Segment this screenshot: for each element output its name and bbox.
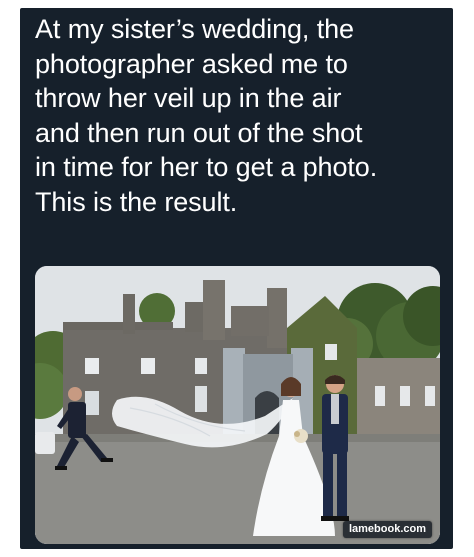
wedding-photo: lamebook.com — [35, 266, 440, 544]
caption-line: and then run out of the shot — [35, 117, 363, 148]
caption-line: This is the result. — [35, 186, 238, 217]
meme-card: At my sister’s wedding, the photographer… — [20, 8, 453, 549]
caption-line: At my sister’s wedding, the — [35, 14, 354, 44]
lamebook-watermark: lamebook.com — [342, 521, 432, 538]
caption-line: throw her veil up in the air — [35, 83, 342, 113]
wedding-photo-illustration — [35, 266, 440, 544]
caption-line: photographer asked me to — [35, 48, 348, 79]
post-caption: At my sister’s wedding, the photographer… — [35, 12, 453, 219]
caption-line: in time for her to get a photo. — [35, 152, 378, 182]
parked-car — [35, 432, 55, 454]
